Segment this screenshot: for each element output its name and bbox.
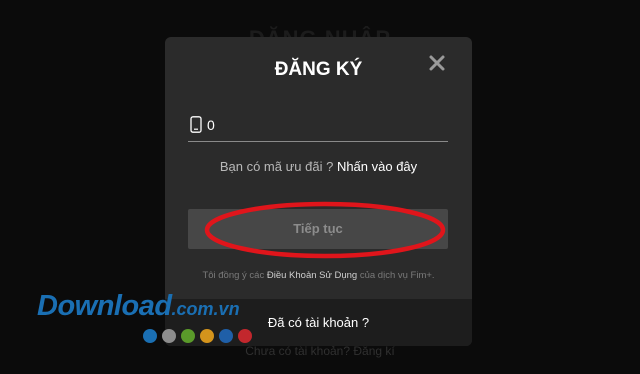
watermark-dot: [181, 329, 195, 343]
terms-suffix: của dịch vụ Fim+.: [357, 270, 435, 281]
terms-of-use-link[interactable]: Điều Khoản Sử Dụng: [267, 270, 357, 281]
signup-modal: ĐĂNG KÝ Bạn có mã ưu đãi ? Nhấn vào đây …: [165, 37, 472, 346]
phone-field: [188, 112, 448, 142]
watermark-dot: [143, 329, 157, 343]
continue-button[interactable]: Tiếp tục: [188, 209, 448, 249]
promo-code-row: Bạn có mã ưu đãi ? Nhấn vào đây: [165, 159, 472, 174]
watermark-dots: [143, 329, 257, 343]
mobile-phone-icon: [190, 116, 202, 133]
promo-code-link[interactable]: Nhấn vào đây: [337, 159, 417, 174]
watermark-dot: [238, 329, 252, 343]
close-icon: [429, 55, 445, 71]
watermark-dot: [162, 329, 176, 343]
close-button[interactable]: [428, 54, 446, 72]
watermark-dot: [200, 329, 214, 343]
watermark-main-text: Download: [37, 290, 172, 322]
terms-text: Tôi đồng ý các Điều Khoản Sử Dụng của dị…: [165, 270, 472, 281]
phone-input[interactable]: [207, 115, 437, 135]
watermark-dot: [219, 329, 233, 343]
terms-prefix: Tôi đồng ý các: [202, 270, 267, 281]
modal-title: ĐĂNG KÝ: [274, 59, 363, 80]
background-signup-link: Chưa có tài khoản? Đăng kí: [245, 344, 395, 358]
promo-text: Bạn có mã ưu đãi ?: [219, 159, 337, 174]
